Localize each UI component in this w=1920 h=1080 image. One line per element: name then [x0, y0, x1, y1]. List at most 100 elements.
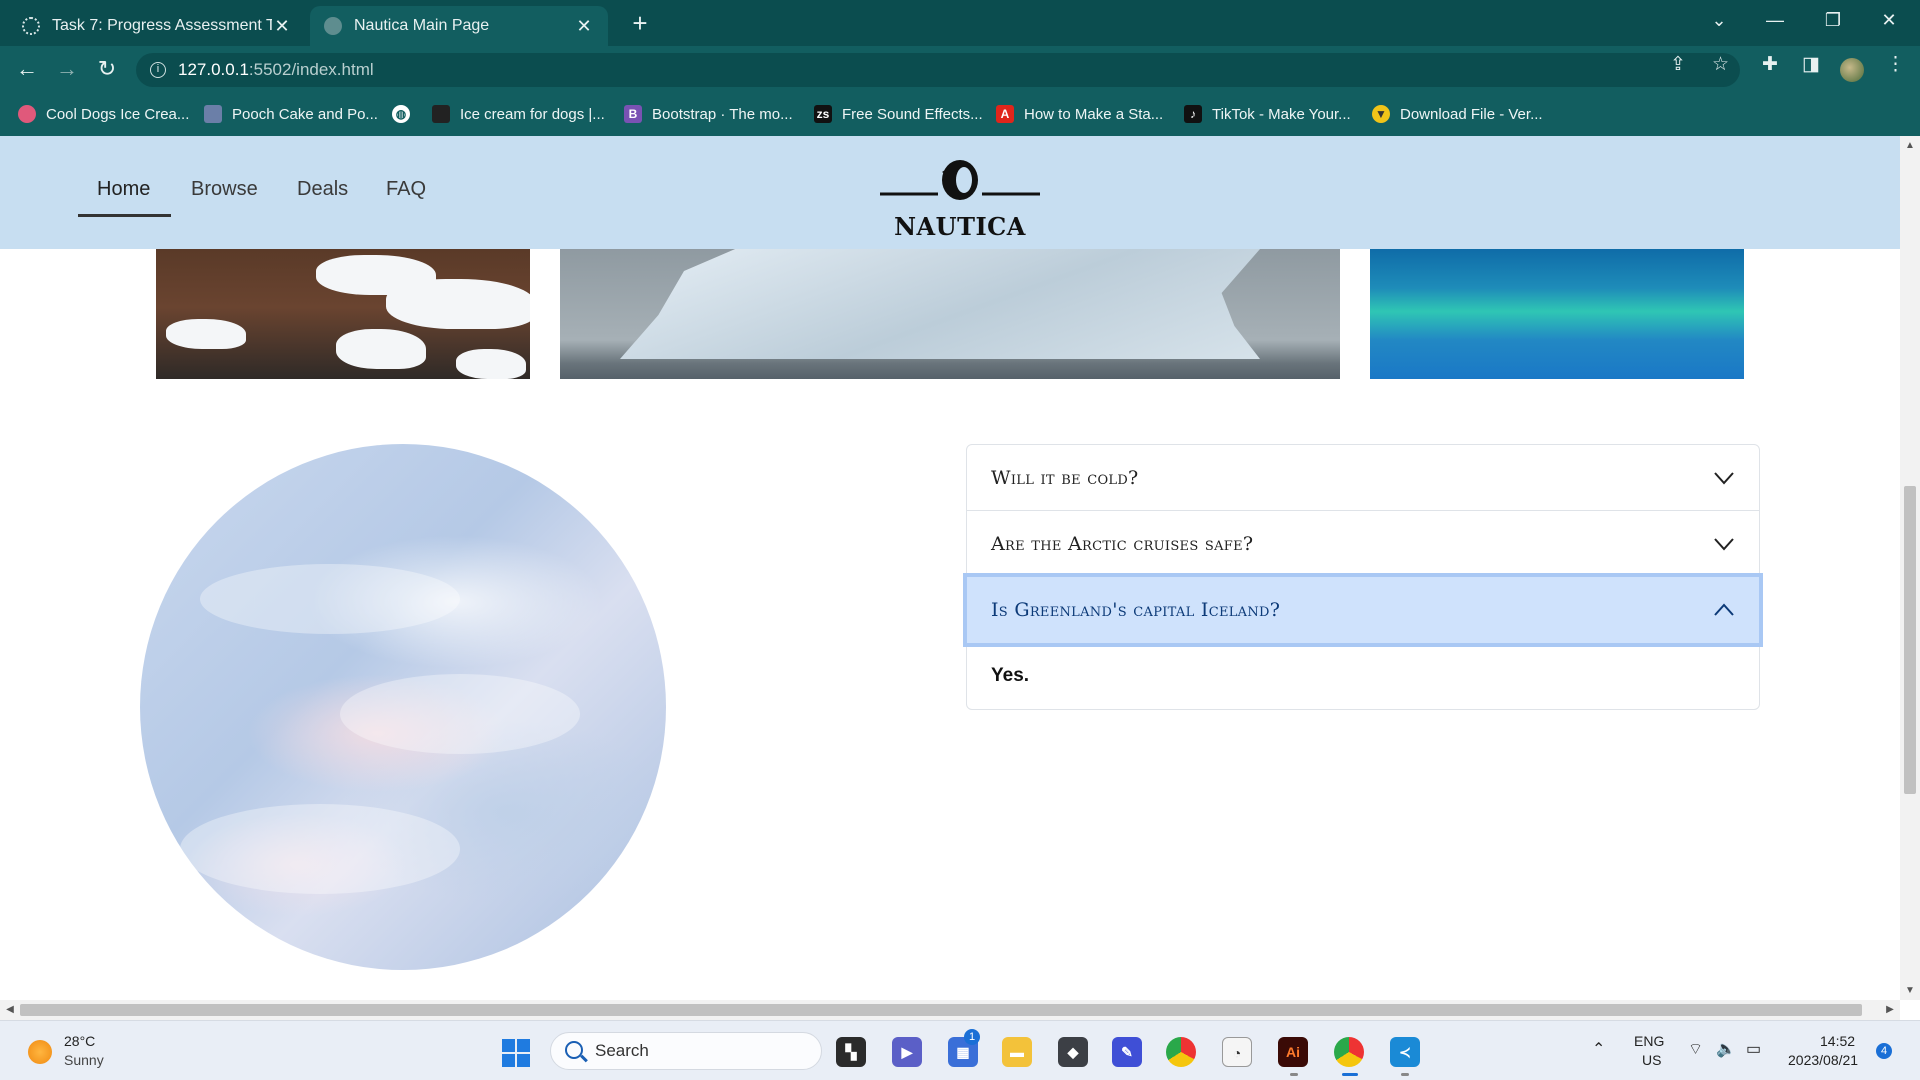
scroll-left-icon[interactable]: ◀ [0, 1000, 20, 1020]
taskbar-search[interactable]: Search [550, 1032, 822, 1070]
site-icon [432, 105, 450, 123]
zapsplat-icon: zs [814, 105, 832, 123]
language-indicator[interactable]: ENG [1634, 1033, 1664, 1049]
tiktok-icon: ♪ [1184, 105, 1202, 123]
close-icon[interactable]: ✕ [272, 16, 292, 37]
reload-icon[interactable]: ↻ [92, 54, 122, 84]
illustrator-icon[interactable]: Ai [1278, 1037, 1308, 1067]
nav-home[interactable]: Home [97, 178, 150, 201]
vertical-scrollbar[interactable]: ▲ ▼ [1900, 136, 1920, 1000]
vector-app-icon[interactable]: ✎ [1112, 1037, 1142, 1067]
back-icon[interactable]: ← [12, 54, 42, 84]
bookmark-item[interactable]: ▼ Download File - Ver... [1372, 103, 1543, 125]
forward-icon[interactable]: → [52, 54, 82, 84]
task-view-icon[interactable]: ▚ [836, 1037, 866, 1067]
horizontal-scrollbar[interactable]: ◀ ▶ [0, 1000, 1900, 1020]
bookmark-item[interactable]: Ice cream for dogs |... [432, 103, 605, 125]
globe-icon: ◍ [392, 105, 410, 123]
unity-icon[interactable]: ◆ [1058, 1037, 1088, 1067]
faq-question[interactable]: Will it be cold? [967, 445, 1759, 511]
notification-badge[interactable]: 4 [1876, 1043, 1892, 1059]
side-panel-icon[interactable]: ◨ [1802, 53, 1820, 76]
battery-icon[interactable]: ▭ [1746, 1039, 1761, 1059]
faq-question[interactable]: Are the Arctic cruises safe? [967, 511, 1759, 577]
scroll-up-icon[interactable]: ▲ [1900, 140, 1920, 151]
close-icon[interactable]: ✕ [574, 16, 594, 37]
tab-title: Task 7: Progress Assessment Two [52, 17, 272, 34]
bookmark-item[interactable]: ◍ [392, 103, 420, 125]
bookmark-item[interactable]: Cool Dogs Ice Crea... [18, 103, 189, 125]
faq-item[interactable]: Will it be cold? [967, 445, 1759, 511]
bookmark-label: Download File - Ver... [1400, 105, 1543, 123]
bookmark-label: TikTok - Make Your... [1212, 105, 1351, 123]
faq-question[interactable]: Is Greenland's capital Iceland? [967, 577, 1759, 643]
star-icon[interactable]: ☆ [1712, 53, 1729, 76]
faq-question-text: Will it be cold? [991, 467, 1139, 489]
info-icon[interactable]: i [150, 62, 166, 78]
share-icon[interactable]: ⇪ [1670, 53, 1686, 76]
nav-browse[interactable]: Browse [191, 178, 258, 201]
app-active-indicator [1342, 1073, 1358, 1076]
address-bar[interactable]: i 127.0.0.1:5502/index.html [136, 53, 1740, 87]
chevron-up-icon[interactable]: ⌃ [1592, 1039, 1605, 1059]
wifi-icon[interactable]: ⌔ [1688, 1039, 1703, 1059]
snow-patch [386, 279, 530, 329]
chrome-icon[interactable] [1166, 1037, 1196, 1067]
bookmark-item[interactable]: zs Free Sound Effects... [814, 103, 983, 125]
nav-deals[interactable]: Deals [297, 178, 348, 201]
sun-icon[interactable] [28, 1040, 52, 1064]
file-explorer-icon[interactable]: ▬ [1002, 1037, 1032, 1067]
avatar[interactable] [1840, 58, 1864, 82]
nav-active-underline [78, 214, 171, 217]
plus-icon[interactable]: + [622, 6, 658, 42]
pooch-icon [204, 105, 222, 123]
chevron-down-icon [1714, 538, 1734, 551]
faq-item[interactable]: Are the Arctic cruises safe? [967, 511, 1759, 577]
adobe-icon: A [996, 105, 1014, 123]
snow-patch [456, 349, 526, 379]
chevron-down-icon [1714, 472, 1734, 485]
chevron-down-icon[interactable]: ⌄ [1696, 0, 1742, 40]
faq-item[interactable]: Is Greenland's capital Iceland? [967, 577, 1759, 643]
bookmark-item[interactable]: ♪ TikTok - Make Your... [1184, 103, 1351, 125]
minimize-icon[interactable]: — [1752, 0, 1798, 40]
browser-toolbar: ← → ↻ i 127.0.0.1:5502/index.html ⇪ ☆ ✚ … [0, 46, 1920, 92]
volume-icon[interactable]: 🔈 [1716, 1039, 1736, 1059]
bookmark-item[interactable]: B Bootstrap · The mo... [624, 103, 793, 125]
nautica-logo[interactable]: NAUTICA [878, 156, 1042, 241]
faq-answer: Yes. [991, 665, 1030, 686]
dune-highlight [340, 674, 580, 754]
teams-icon[interactable]: ▶ [892, 1037, 922, 1067]
chevron-up-icon [1714, 603, 1734, 616]
extensions-icon[interactable]: ✚ [1762, 53, 1778, 76]
globe-icon [324, 17, 342, 35]
bookmark-item[interactable]: A How to Make a Sta... [996, 103, 1163, 125]
scroll-thumb[interactable] [1904, 486, 1916, 794]
scroll-right-icon[interactable]: ▶ [1880, 1000, 1900, 1020]
iceberg-shape [620, 249, 1260, 359]
vscode-icon[interactable]: ≺ [1390, 1037, 1420, 1067]
weather-temperature[interactable]: 28°C [64, 1033, 95, 1049]
clock-app-icon[interactable]: ◔ [1222, 1037, 1252, 1067]
tab-title: Nautica Main Page [354, 17, 490, 34]
clock-date[interactable]: 2023/08/21 [1788, 1052, 1858, 1068]
rocky-shore-image [156, 249, 530, 379]
chrome-profile-icon[interactable] [1334, 1037, 1364, 1067]
menu-icon[interactable]: ⋮ [1886, 53, 1905, 76]
tab-task7[interactable]: Task 7: Progress Assessment Two ✕ [8, 6, 306, 46]
store-badge: 1 [964, 1029, 980, 1045]
windows-start-icon[interactable] [502, 1039, 530, 1067]
scroll-thumb[interactable] [20, 1004, 1862, 1016]
snow-patch [166, 319, 246, 349]
clock-time[interactable]: 14:52 [1820, 1033, 1855, 1049]
app-running-indicator [1290, 1073, 1298, 1076]
restore-icon[interactable]: ❐ [1810, 0, 1856, 40]
nav-faq[interactable]: FAQ [386, 178, 426, 201]
bookmark-label: Bootstrap · The mo... [652, 105, 793, 123]
region-indicator[interactable]: US [1642, 1052, 1661, 1068]
tab-nautica[interactable]: Nautica Main Page ✕ [310, 6, 608, 46]
weather-condition[interactable]: Sunny [64, 1052, 104, 1068]
close-window-icon[interactable]: ✕ [1866, 0, 1912, 40]
bookmark-item[interactable]: Pooch Cake and Po... [204, 103, 378, 125]
scroll-down-icon[interactable]: ▼ [1900, 985, 1920, 996]
